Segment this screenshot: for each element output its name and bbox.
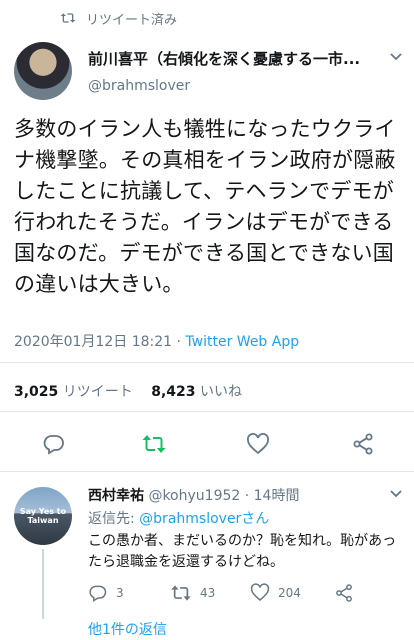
- reply-author-handle[interactable]: @kohyu1952: [148, 488, 240, 504]
- tweet-timestamp[interactable]: 2020年01月12日 18:21: [14, 334, 172, 350]
- reply-to: 返信先: @brahmsloverさん: [88, 508, 269, 528]
- like-icon: [250, 583, 278, 602]
- divider: [0, 471, 414, 472]
- author-handle[interactable]: @brahmslover: [88, 78, 190, 94]
- divider: [0, 411, 414, 412]
- reply-icon: [88, 583, 116, 603]
- reply-retweet-count: 43: [200, 586, 216, 600]
- reply-like-button[interactable]: 204: [250, 583, 301, 602]
- like-icon: [246, 433, 270, 455]
- share-button[interactable]: [346, 427, 380, 461]
- reply-to-handle[interactable]: @brahmsloverさん: [139, 511, 269, 527]
- reply-time[interactable]: · 14時間: [245, 488, 300, 504]
- reply-header: 西村幸祐 @kohyu1952 · 14時間: [88, 485, 299, 505]
- retweet-small-icon: [60, 11, 76, 25]
- reply-reply-button[interactable]: 3: [88, 583, 124, 603]
- tweet-text: 多数のイラン人も犠牲になったウクライナ機撃墜。その真相をイラン政府が隠蔽したこと…: [14, 117, 396, 296]
- retweet-icon: [141, 432, 167, 456]
- retweet-count[interactable]: 3,025: [14, 384, 58, 400]
- reply-retweet-button[interactable]: 43: [170, 583, 215, 603]
- reply-reply-count: 3: [116, 586, 124, 600]
- retweet-count-label[interactable]: リツイート: [63, 384, 133, 400]
- divider: [0, 362, 414, 363]
- tweet-stats: 3,025 リツイート 8,423 いいね: [14, 381, 256, 401]
- reply-button[interactable]: [37, 427, 71, 461]
- tweet-meta: 2020年01月12日 18:21 · Twitter Web App: [14, 331, 299, 351]
- retweet-label: リツイート済み: [86, 12, 178, 28]
- tweet-source[interactable]: Twitter Web App: [185, 334, 299, 350]
- like-count-label[interactable]: いいね: [200, 384, 242, 400]
- chevron-down-icon[interactable]: [389, 52, 403, 62]
- reply-author-name[interactable]: 西村幸祐: [88, 488, 144, 504]
- share-icon: [351, 432, 375, 456]
- reply-share-button[interactable]: [334, 583, 362, 603]
- chevron-down-icon[interactable]: [389, 489, 403, 499]
- avatar-caption: Say Yes to Taiwan: [19, 507, 67, 525]
- retweet-icon: [170, 583, 200, 603]
- author-name[interactable]: 前川喜平（右傾化を深く憂慮する一市...: [88, 48, 388, 69]
- reply-icon: [42, 432, 66, 456]
- like-button[interactable]: [241, 427, 275, 461]
- reply-like-count: 204: [278, 585, 301, 600]
- author-avatar[interactable]: [14, 42, 72, 100]
- like-count[interactable]: 8,423: [151, 384, 195, 400]
- reply-text: この愚か者、まだいるのか？恥を知れ。恥があったら退職金を返還するけどね。: [88, 533, 397, 570]
- meta-separator: ·: [172, 334, 186, 350]
- reply-to-prefix: 返信先:: [88, 511, 140, 527]
- retweet-indicator: リツイート済み: [60, 8, 177, 28]
- thread-line: [42, 549, 44, 619]
- share-icon: [334, 583, 362, 603]
- show-more-replies-link[interactable]: 他1件の返信: [88, 619, 167, 639]
- retweet-button[interactable]: [137, 427, 171, 461]
- reply-author-avatar[interactable]: Say Yes to Taiwan: [14, 487, 72, 545]
